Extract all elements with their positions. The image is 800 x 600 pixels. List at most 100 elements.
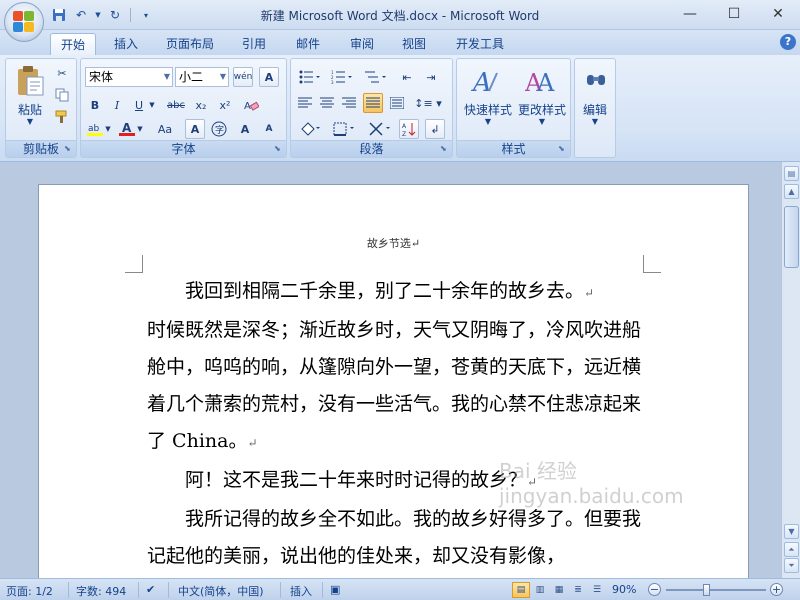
scroll-down-icon[interactable]: ▼	[784, 524, 799, 539]
styles-group: A 快速样式 ▼ AA 更改样式 ▼ 样式 ⬊	[456, 58, 571, 158]
highlight-dropdown-icon[interactable]: ▼	[103, 119, 113, 139]
document-page[interactable]: 故乡节选↵ 我回到相隔二千余里，别了二十余年的故乡去。↵ 时候既然是深冬；渐近故…	[38, 184, 749, 578]
next-page-icon[interactable]: ⏷	[784, 558, 799, 573]
proofing-icon[interactable]: ✔	[146, 583, 155, 596]
quick-styles-icon[interactable]: A	[469, 65, 503, 99]
superscript-button[interactable]: x²	[215, 95, 235, 115]
numbering-icon[interactable]: 123	[327, 67, 357, 87]
tab-page-layout[interactable]: 页面布局	[156, 33, 224, 55]
tab-home[interactable]: 开始	[50, 33, 97, 55]
borders-icon[interactable]	[329, 119, 359, 139]
scroll-up-icon[interactable]: ▲	[784, 184, 799, 199]
paste-icon[interactable]	[12, 63, 48, 99]
print-layout-view-icon[interactable]: ▤	[512, 582, 530, 598]
maximize-button[interactable]: ☐	[712, 0, 756, 28]
paste-label[interactable]: 粘贴	[10, 101, 50, 118]
italic-button[interactable]: I	[107, 95, 127, 115]
distributed-icon[interactable]	[387, 93, 407, 113]
status-separator	[322, 582, 323, 598]
zoom-slider-thumb[interactable]	[703, 584, 710, 596]
strikethrough-button[interactable]: abc	[163, 95, 189, 115]
justify-icon[interactable]	[363, 93, 383, 113]
align-right-icon[interactable]	[339, 93, 359, 113]
zoom-out-icon[interactable]: −	[648, 583, 661, 596]
align-center-icon[interactable]	[317, 93, 337, 113]
scroll-thumb[interactable]	[784, 206, 799, 268]
bold-button[interactable]: B	[85, 95, 105, 115]
draft-view-icon[interactable]: ☰	[588, 582, 606, 598]
paste-dropdown-icon[interactable]: ▼	[10, 117, 50, 126]
styles-launcher-icon[interactable]: ⬊	[558, 144, 568, 154]
document-body[interactable]: 我回到相隔二千余里，别了二十余年的故乡去。↵ 时候既然是深冬；渐近故乡时，天气又…	[147, 273, 647, 575]
zoom-slider-track[interactable]	[666, 589, 766, 591]
office-button[interactable]	[4, 2, 44, 42]
enclose-characters-icon[interactable]: 字	[209, 119, 229, 139]
ruler-toggle-icon[interactable]: ▤	[784, 166, 799, 181]
close-button[interactable]: ✕	[756, 0, 800, 28]
tab-developer[interactable]: 开发工具	[446, 33, 514, 55]
chevron-down-icon: ▼	[219, 72, 226, 81]
character-border-icon[interactable]: A	[259, 67, 279, 87]
change-case-button[interactable]: Aa	[151, 119, 179, 139]
character-shading-button[interactable]: A	[185, 119, 205, 139]
quick-styles-dropdown-icon[interactable]: ▼	[459, 117, 517, 126]
binoculars-icon[interactable]	[585, 65, 607, 93]
tab-mailings[interactable]: 邮件	[286, 33, 330, 55]
font-color-icon[interactable]: A	[117, 119, 137, 139]
subscript-button[interactable]: x₂	[191, 95, 211, 115]
tab-review[interactable]: 审阅	[340, 33, 384, 55]
zoom-level[interactable]: 90%	[612, 583, 636, 596]
word-count[interactable]: 字数: 494	[76, 583, 126, 599]
previous-page-icon[interactable]: ⏶	[784, 542, 799, 557]
status-separator	[168, 582, 169, 598]
svg-text:3: 3	[331, 80, 334, 84]
change-styles-icon[interactable]: AA	[523, 65, 557, 99]
font-size-combo[interactable]: 小二 ▼	[175, 67, 229, 87]
editing-dropdown-icon[interactable]: ▼	[575, 117, 615, 126]
editing-label[interactable]: 编辑	[575, 101, 615, 118]
font-color-dropdown-icon[interactable]: ▼	[135, 119, 145, 139]
macro-record-icon[interactable]: ▣	[330, 583, 340, 596]
language-indicator[interactable]: 中文(简体，中国)	[178, 583, 264, 599]
shading-icon[interactable]	[295, 119, 325, 139]
outline-view-icon[interactable]: ≣	[569, 582, 587, 598]
underline-button[interactable]: U	[129, 95, 149, 115]
page-count[interactable]: 页面: 1/2	[6, 583, 53, 599]
bullets-icon[interactable]	[295, 67, 325, 87]
full-screen-reading-view-icon[interactable]: ▥	[531, 582, 549, 598]
font-launcher-icon[interactable]: ⬊	[274, 144, 284, 154]
align-left-icon[interactable]	[295, 93, 315, 113]
increase-indent-icon[interactable]: ⇥	[421, 67, 441, 87]
show-marks-icon[interactable]: ↲	[425, 119, 445, 139]
clipboard-launcher-icon[interactable]: ⬊	[64, 144, 74, 154]
help-icon[interactable]: ?	[780, 34, 796, 50]
chinese-layout-icon[interactable]	[365, 119, 395, 139]
quick-styles-label[interactable]: 快速样式	[459, 101, 517, 118]
web-layout-view-icon[interactable]: ▦	[550, 582, 568, 598]
paragraph-launcher-icon[interactable]: ⬊	[440, 144, 450, 154]
tab-insert[interactable]: 插入	[104, 33, 148, 55]
shrink-font-button[interactable]: A	[259, 119, 279, 139]
grow-font-button[interactable]: A	[235, 119, 255, 139]
zoom-in-icon[interactable]: +	[770, 583, 783, 596]
minimize-button[interactable]: —	[668, 0, 712, 28]
change-styles-dropdown-icon[interactable]: ▼	[513, 117, 571, 126]
tab-references[interactable]: 引用	[232, 33, 276, 55]
vertical-scrollbar[interactable]: ▤ ▲ ▼ ⏶ ⏷	[781, 162, 800, 578]
underline-dropdown-icon[interactable]: ▼	[147, 95, 157, 115]
status-separator	[138, 582, 139, 598]
clear-formatting-icon[interactable]: A	[241, 95, 261, 115]
format-painter-icon[interactable]	[52, 107, 72, 127]
sort-icon[interactable]: AZ	[399, 119, 419, 139]
insert-mode[interactable]: 插入	[290, 583, 312, 599]
cut-icon[interactable]: ✂	[52, 63, 72, 83]
phonetic-guide-icon[interactable]: wén	[233, 67, 253, 87]
highlight-icon[interactable]: ab	[85, 119, 105, 139]
multilevel-list-icon[interactable]	[361, 67, 391, 87]
copy-icon[interactable]	[52, 85, 72, 105]
tab-view[interactable]: 视图	[392, 33, 436, 55]
change-styles-label[interactable]: 更改样式	[513, 101, 571, 118]
font-name-combo[interactable]: 宋体 ▼	[85, 67, 173, 87]
decrease-indent-icon[interactable]: ⇤	[397, 67, 417, 87]
line-spacing-icon[interactable]: ↕≡ ▾	[413, 93, 443, 113]
